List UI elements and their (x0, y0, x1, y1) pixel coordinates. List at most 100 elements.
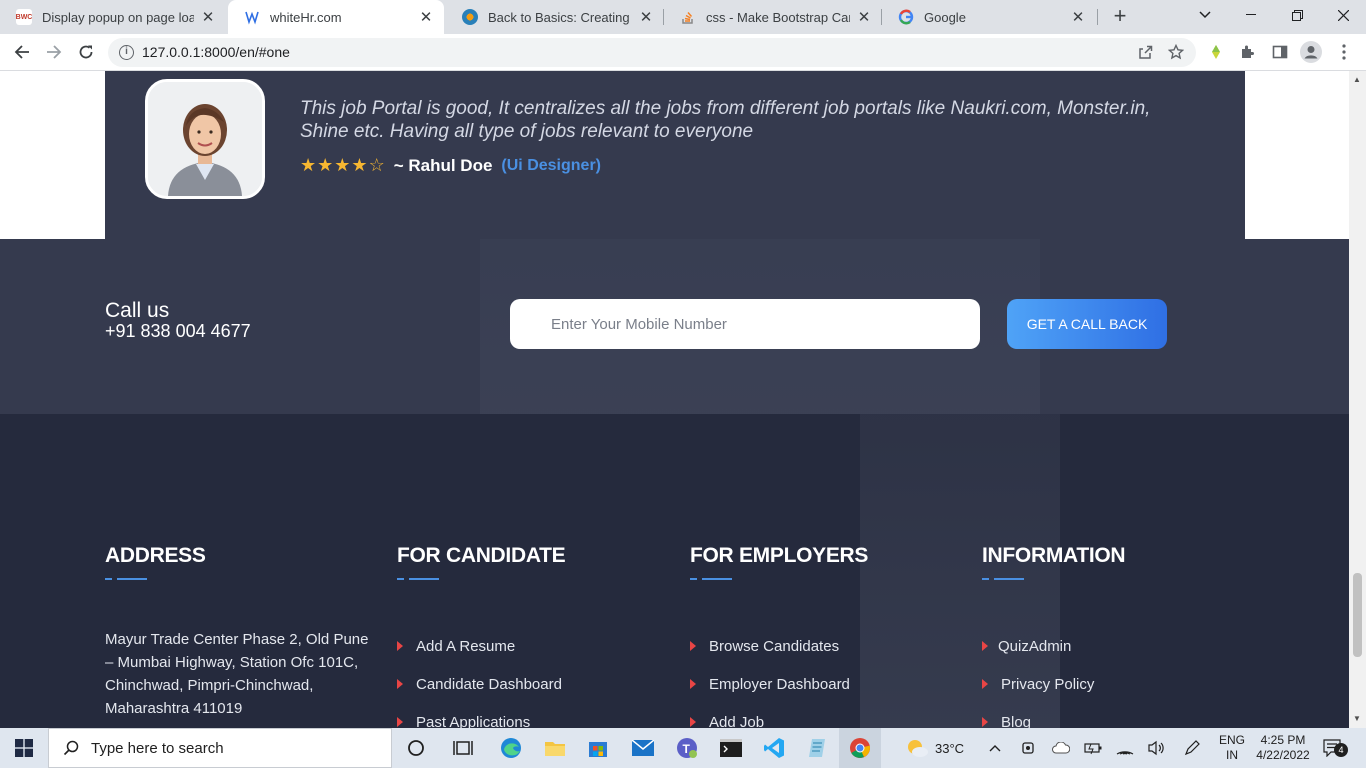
url-text: 127.0.0.1:8000/en/#one (142, 44, 290, 60)
heading-underline (982, 578, 1024, 580)
footer-link-browse-candidates[interactable]: Browse Candidates (690, 627, 868, 665)
tab-search-chevron-icon[interactable] (1182, 0, 1228, 30)
browser-toolbar: i 127.0.0.1:8000/en/#one (0, 34, 1366, 71)
windows-start-icon[interactable] (0, 728, 48, 768)
tray-overflow-chevron-icon[interactable] (989, 728, 1001, 768)
tab-google[interactable]: Google ✕ (882, 0, 1096, 34)
clock[interactable]: 4:25 PM 4/22/2022 (1254, 728, 1312, 768)
footer-information-links: QuizAdmin Privacy Policy Blog (982, 627, 1125, 728)
wifi-icon[interactable] (1116, 728, 1134, 768)
caret-right-icon (397, 717, 403, 727)
chrome-menu-icon[interactable] (1333, 41, 1355, 63)
meet-now-icon[interactable] (1021, 728, 1037, 768)
volume-icon[interactable] (1147, 728, 1165, 768)
footer-candidate-links: Add A Resume Candidate Dashboard Past Ap… (397, 627, 565, 728)
profile-avatar-icon[interactable] (1300, 41, 1322, 63)
teams-icon[interactable]: T (666, 728, 708, 768)
edge-browser-icon[interactable] (490, 728, 532, 768)
tab-back-to-basics[interactable]: Back to Basics: Creating a clic ✕ (446, 0, 664, 34)
cortana-icon[interactable] (395, 728, 437, 768)
scroll-up-icon[interactable]: ▲ (1353, 75, 1361, 84)
star-filled-icon: ★ (317, 155, 334, 175)
caret-right-icon (397, 641, 403, 651)
star-filled-icon: ★ (300, 155, 317, 175)
terminal-icon[interactable] (710, 728, 752, 768)
close-tab-icon[interactable]: ✕ (418, 8, 434, 26)
site-footer: ADDRESS Mayur Trade Center Phase 2, Old … (0, 414, 1349, 728)
input-language-indicator[interactable]: ENG IN (1219, 728, 1245, 768)
reviewer-avatar (145, 79, 265, 199)
tab-whitehr[interactable]: whiteHr.com ✕ (228, 0, 444, 34)
caret-right-icon (690, 641, 696, 651)
site-info-icon[interactable]: i (119, 45, 134, 60)
notification-count-badge: 4 (1334, 743, 1348, 757)
footer-link-past-applications[interactable]: Past Applications (397, 703, 565, 728)
scrollbar-thumb[interactable] (1353, 573, 1362, 657)
extension-gem-icon[interactable] (1205, 41, 1227, 63)
footer-link-add-resume[interactable]: Add A Resume (397, 627, 565, 665)
mail-icon[interactable] (622, 728, 664, 768)
footer-heading-address: ADDRESS (105, 544, 206, 567)
caret-right-icon (690, 679, 696, 689)
rating-row: ★ ★ ★ ★ ☆ ~ Rahul Doe (Ui Designer) (300, 155, 601, 176)
page-viewport: This job Portal is good, It centralizes … (0, 71, 1349, 728)
footer-employers-links: Browse Candidates Employer Dashboard Add… (690, 627, 868, 728)
minimize-icon[interactable] (1228, 0, 1274, 30)
reload-icon[interactable] (74, 40, 98, 64)
footer-link-add-job[interactable]: Add Job (690, 703, 868, 728)
pen-workspace-icon[interactable] (1183, 728, 1201, 768)
caret-right-icon (982, 679, 988, 689)
close-window-icon[interactable] (1320, 0, 1366, 30)
notification-center-icon[interactable]: 4 (1323, 728, 1348, 768)
bookmark-star-icon[interactable] (1165, 41, 1187, 63)
taskbar-search-box[interactable]: Type here to search (48, 728, 392, 768)
footer-information-column: INFORMATION QuizAdmin Privacy Policy Blo… (982, 544, 1126, 728)
heading-underline (690, 578, 732, 580)
windows-taskbar: Type here to search T 33°C ENG IN 4:25 P… (0, 728, 1366, 768)
bwc-favicon: BWC (16, 9, 32, 25)
footer-candidate-column: FOR CANDIDATE Add A Resume Candidate Das… (397, 544, 566, 728)
chrome-icon[interactable] (839, 728, 881, 768)
extensions-puzzle-icon[interactable] (1237, 41, 1259, 63)
star-filled-icon: ★ (334, 155, 351, 175)
battery-icon[interactable] (1084, 728, 1102, 768)
footer-link-quizadmin[interactable]: QuizAdmin (982, 627, 1125, 665)
side-panel-icon[interactable] (1269, 41, 1291, 63)
back-arrow-icon[interactable] (10, 40, 34, 64)
microsoft-store-icon[interactable] (577, 728, 619, 768)
task-view-icon[interactable] (442, 728, 484, 768)
tab-display-popup[interactable]: BWC Display popup on page load ✕ (0, 0, 226, 34)
footer-link-candidate-dashboard[interactable]: Candidate Dashboard (397, 665, 565, 703)
page-scrollbar[interactable]: ▲ ▼ (1349, 71, 1366, 728)
onedrive-cloud-icon[interactable] (1052, 728, 1070, 768)
notepad-app-icon[interactable] (796, 728, 838, 768)
star-filled-icon: ★ (351, 155, 368, 175)
footer-link-employer-dashboard[interactable]: Employer Dashboard (690, 665, 868, 703)
footer-link-blog[interactable]: Blog (982, 703, 1125, 728)
vscode-icon[interactable] (753, 728, 795, 768)
new-tab-icon[interactable]: + (1108, 5, 1132, 29)
close-tab-icon[interactable]: ✕ (200, 8, 216, 26)
caret-right-icon (982, 717, 988, 727)
google-favicon (898, 9, 914, 25)
call-us-title: Call us (105, 299, 170, 322)
address-bar[interactable]: i 127.0.0.1:8000/en/#one (108, 38, 1196, 67)
footer-address-text: Mayur Trade Center Phase 2, Old Pune – M… (105, 631, 369, 717)
reviewer-role: (Ui Designer) (501, 156, 601, 174)
stackoverflow-favicon (680, 9, 696, 25)
weather-widget[interactable]: 33°C (905, 728, 964, 768)
get-call-back-button[interactable]: GET A CALL BACK (1007, 299, 1167, 349)
close-tab-icon[interactable]: ✕ (1070, 8, 1086, 26)
testimonial-quote: This job Portal is good, It centralizes … (300, 98, 1151, 142)
restore-icon[interactable] (1274, 0, 1320, 30)
share-icon[interactable] (1134, 41, 1156, 63)
forward-arrow-icon[interactable] (42, 40, 66, 64)
search-placeholder: Type here to search (91, 739, 224, 757)
close-tab-icon[interactable]: ✕ (856, 8, 872, 26)
mobile-number-input[interactable] (510, 299, 980, 349)
scroll-down-icon[interactable]: ▼ (1353, 714, 1361, 723)
close-tab-icon[interactable]: ✕ (638, 8, 654, 26)
file-explorer-icon[interactable] (534, 728, 576, 768)
tab-stackoverflow[interactable]: css - Make Bootstrap Card En ✕ (664, 0, 882, 34)
footer-link-privacy-policy[interactable]: Privacy Policy (982, 665, 1125, 703)
